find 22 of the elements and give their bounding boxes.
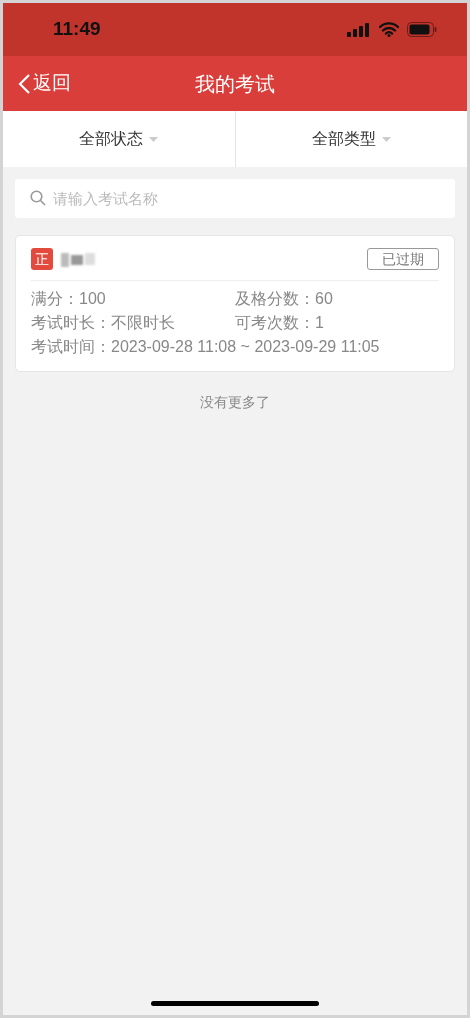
search-icon bbox=[30, 190, 46, 206]
status-badge: 已过期 bbox=[367, 248, 439, 270]
exam-card[interactable]: 正 已过期 满分：100 及格分数：60 考试时长：不限时长 可考次数：1 考试时间：2023-09-28 11:08 ~ 2023-09-29 11:05 bbox=[15, 235, 455, 372]
exam-detail: 考试时长：不限时长 bbox=[31, 313, 176, 333]
signal-icon bbox=[347, 22, 371, 37]
back-button[interactable]: 返回 bbox=[3, 69, 71, 98]
filter-dropdown[interactable]: 全部状态 bbox=[3, 111, 235, 167]
page-title: 我的考试 bbox=[195, 71, 275, 97]
exam-detail: 考试时间：2023-09-28 11:08 ~ 2023-09-29 11:05 bbox=[31, 337, 381, 357]
chevron-left-icon bbox=[17, 72, 31, 95]
wifi-icon bbox=[379, 22, 399, 37]
type-badge: 正 bbox=[31, 248, 53, 270]
caret-down-icon bbox=[381, 136, 391, 142]
exam-detail: 满分：100 bbox=[31, 289, 107, 309]
battery-icon bbox=[407, 22, 437, 37]
exam-detail: 及格分数：60 bbox=[235, 289, 334, 309]
search-field[interactable]: 请输入考试名称 bbox=[15, 179, 455, 218]
end-of-list-text: 没有更多了 bbox=[200, 393, 270, 412]
caret-down-icon bbox=[149, 136, 159, 142]
status-time: 11:49 bbox=[53, 17, 101, 42]
filter-dropdown[interactable]: 全部类型 bbox=[234, 111, 467, 167]
exam-detail: 可考次数：1 bbox=[235, 313, 325, 333]
